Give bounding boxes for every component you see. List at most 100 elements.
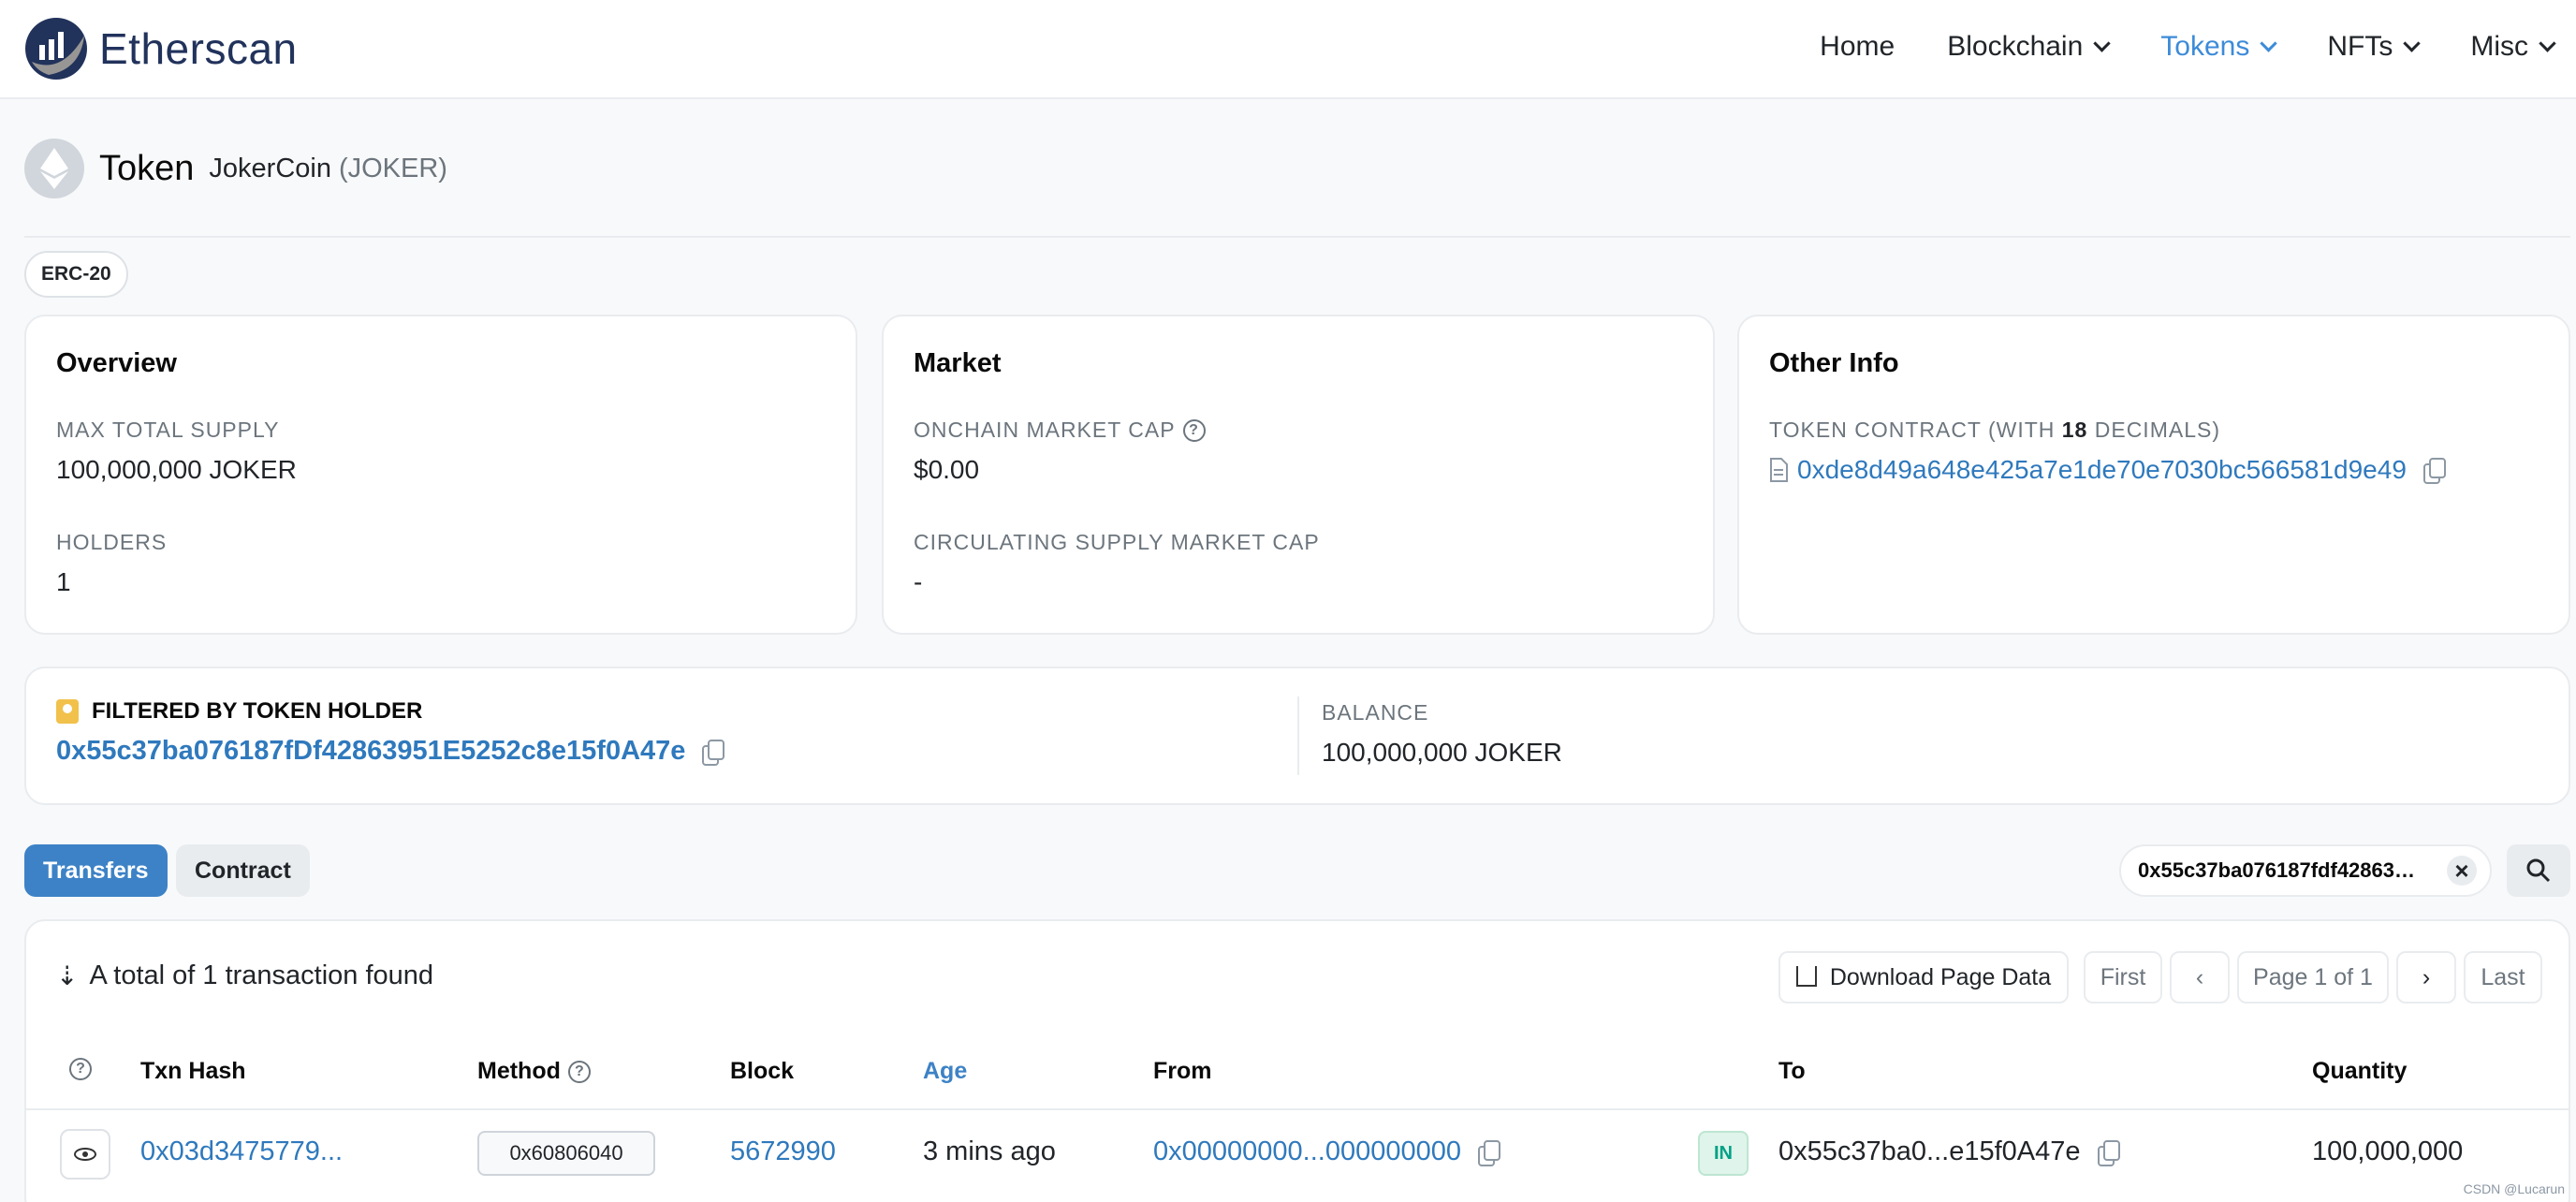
transfers-table-card: ⇣ A total of 1 transaction found Downloa… — [24, 919, 2570, 1202]
nav-home-label: Home — [1820, 31, 1895, 62]
question-icon[interactable]: ? — [567, 1060, 591, 1083]
brand-name: Etherscan — [99, 24, 298, 73]
page-title: Token — [99, 148, 195, 188]
token-contract-label: TOKEN CONTRACT (WITH 18 DECIMALS) — [1769, 418, 2220, 443]
etherscan-logo-icon — [25, 18, 87, 80]
filter-address-row: 0x55c37ba076187fDf42863951E5252c8e15f0A4… — [56, 736, 725, 767]
filter-label: FILTERED BY TOKEN HOLDER — [56, 698, 422, 725]
circulating-market-cap-value: - — [914, 567, 923, 596]
tab-contract[interactable]: Contract — [176, 844, 310, 897]
search-icon — [2526, 858, 2551, 883]
last-page-button[interactable]: Last — [2464, 951, 2542, 1004]
onchain-market-cap-label: ONCHAIN MARKET CAP? — [914, 418, 1206, 443]
download-icon — [1795, 966, 1817, 988]
column-method: Method? — [477, 1058, 591, 1085]
view-details-button[interactable] — [60, 1129, 110, 1180]
question-icon[interactable]: ? — [1182, 418, 1206, 442]
close-icon[interactable]: × — [2447, 856, 2477, 886]
first-page-button[interactable]: First — [2084, 951, 2162, 1004]
prev-page-button[interactable]: ‹ — [2170, 951, 2230, 1004]
max-supply-value: 100,000,000 JOKER — [56, 455, 297, 484]
eye-icon — [74, 1148, 96, 1161]
main-nav: Home Blockchain Tokens NFTs Misc — [1767, 0, 2556, 94]
chevron-right-icon: › — [2422, 964, 2431, 990]
top-navbar: Etherscan Home Blockchain Tokens NFTs Mi… — [0, 0, 2576, 99]
token-symbol: (JOKER) — [338, 153, 447, 183]
decimals-value: 18 — [2061, 418, 2088, 442]
divider — [24, 236, 2570, 238]
column-from: From — [1153, 1058, 1212, 1084]
next-page-button[interactable]: › — [2396, 951, 2456, 1004]
direction-badge: IN — [1698, 1131, 1749, 1176]
age-value: 3 mins ago — [923, 1136, 1056, 1166]
address-filter-text: 0x55c37ba076187fdf4286395... — [2138, 858, 2419, 882]
nav-misc[interactable]: Misc — [2470, 31, 2556, 63]
copy-icon[interactable] — [2422, 458, 2446, 484]
token-heading: Token JokerCoin (JOKER) — [24, 139, 447, 198]
nav-tokens[interactable]: Tokens — [2160, 31, 2278, 63]
address-filter-chip[interactable]: 0x55c37ba076187fdf4286395... × — [2119, 844, 2492, 897]
nav-home[interactable]: Home — [1820, 31, 1895, 63]
txn-hash-link[interactable]: 0x03d3475779... — [140, 1136, 343, 1167]
holders-label: HOLDERS — [56, 530, 168, 554]
card-title: Overview — [56, 348, 177, 378]
nav-blockchain[interactable]: Blockchain — [1947, 31, 2111, 63]
chevron-down-icon — [2539, 34, 2556, 52]
nav-nfts-label: NFTs — [2327, 31, 2393, 62]
token-contract-link[interactable]: 0xde8d49a648e425a7e1de70e7030bc566581d9e… — [1797, 455, 2407, 485]
column-age[interactable]: Age — [923, 1058, 967, 1085]
contact-card-icon — [56, 699, 79, 724]
filter-label-text: FILTERED BY TOKEN HOLDER — [92, 698, 423, 724]
to-cell: 0x55c37ba0...e15f0A47e — [1778, 1136, 2120, 1167]
nav-blockchain-label: Blockchain — [1947, 31, 2084, 62]
divider — [1297, 696, 1299, 775]
from-cell: 0x00000000...000000000 — [1153, 1136, 1500, 1167]
max-supply-label: MAX TOTAL SUPPLY — [56, 418, 280, 442]
contract-label-suffix: DECIMALS) — [2087, 418, 2220, 442]
block-link[interactable]: 5672990 — [730, 1136, 836, 1167]
onchain-market-cap-value: $0.00 — [914, 455, 980, 484]
to-address: 0x55c37ba0...e15f0A47e — [1778, 1136, 2081, 1166]
transaction-count: ⇣ A total of 1 transaction found — [56, 960, 433, 991]
token-name: JokerCoin — [209, 153, 331, 183]
copy-icon[interactable] — [1477, 1139, 1500, 1166]
copy-icon[interactable] — [702, 739, 725, 766]
file-contract-icon — [1770, 458, 1788, 482]
token-contract-row: 0xde8d49a648e425a7e1de70e7030bc566581d9e… — [1769, 455, 2446, 485]
brand-logo-link[interactable]: Etherscan — [24, 17, 298, 81]
card-title: Market — [914, 348, 1002, 378]
token-standard-badge: ERC-20 — [24, 251, 128, 298]
sort-descending-icon: ⇣ — [56, 961, 79, 990]
circulating-market-cap-label: CIRCULATING SUPPLY MARKET CAP — [914, 530, 1320, 554]
table-row: 0x03d3475779... — [140, 1136, 343, 1167]
column-quantity: Quantity — [2312, 1058, 2408, 1084]
balance-value: 100,000,000 JOKER — [1322, 738, 1562, 767]
chevron-down-icon — [2260, 34, 2278, 52]
balance-label: BALANCE — [1322, 700, 1429, 725]
divider — [26, 1108, 2569, 1110]
holder-address-link[interactable]: 0x55c37ba076187fDf42863951E5252c8e15f0A4… — [56, 736, 685, 767]
other-info-card: Other Info TOKEN CONTRACT (WITH 18 DECIM… — [1737, 315, 2570, 635]
tab-transfers[interactable]: Transfers — [24, 844, 168, 897]
holders-value: 1 — [56, 567, 71, 596]
search-button[interactable] — [2507, 844, 2570, 897]
nav-misc-label: Misc — [2470, 31, 2528, 62]
nav-tokens-label: Tokens — [2160, 31, 2250, 62]
copy-icon[interactable] — [2097, 1139, 2120, 1166]
question-icon[interactable]: ? — [69, 1058, 92, 1080]
chevron-down-icon — [2403, 34, 2422, 52]
from-address-link[interactable]: 0x00000000...000000000 — [1153, 1136, 1461, 1167]
column-txn-hash: Txn Hash — [140, 1058, 246, 1084]
nav-nfts[interactable]: NFTs — [2327, 31, 2422, 63]
holder-filter-card: FILTERED BY TOKEN HOLDER 0x55c37ba076187… — [24, 667, 2570, 805]
details-column-header: ? — [69, 1058, 92, 1080]
column-to: To — [1778, 1058, 1806, 1084]
download-page-data-button[interactable]: Download Page Data — [1778, 951, 2069, 1004]
download-label: Download Page Data — [1829, 964, 2052, 990]
market-card: Market ONCHAIN MARKET CAP? $0.00 CIRCULA… — [882, 315, 1715, 635]
watermark: CSDN @Lucarun — [2463, 1181, 2565, 1196]
chevron-down-icon — [2093, 34, 2111, 52]
ethereum-icon — [24, 139, 84, 198]
onchain-market-cap-text: ONCHAIN MARKET CAP — [914, 418, 1176, 442]
card-title: Other Info — [1769, 348, 1899, 378]
